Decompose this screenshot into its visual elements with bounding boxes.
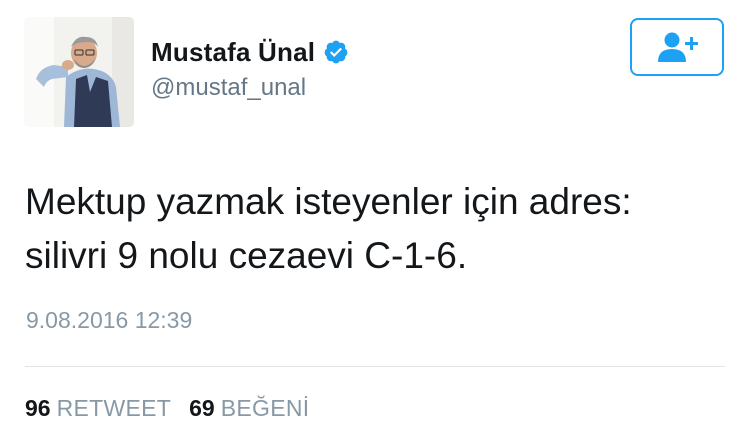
- follow-button[interactable]: [630, 18, 724, 76]
- tweet-text-line: Mektup yazmak isteyenler için adres:: [25, 181, 632, 222]
- tweet-timestamp[interactable]: 9.08.2016 12:39: [26, 307, 192, 334]
- like-label[interactable]: BEĞENİ: [221, 395, 310, 422]
- tweet-text-line: silivri 9 nolu cezaevi C-1-6.: [25, 235, 468, 276]
- verified-badge-icon: [323, 39, 349, 65]
- tweet-stats: 96 RETWEET 69 BEĞENİ: [25, 395, 309, 422]
- retweet-label[interactable]: RETWEET: [57, 395, 172, 422]
- add-user-icon: [658, 32, 698, 62]
- divider: [25, 366, 725, 367]
- retweet-count[interactable]: 96: [25, 395, 51, 422]
- author-display-name[interactable]: Mustafa Ünal: [151, 37, 315, 68]
- like-count[interactable]: 69: [189, 395, 215, 422]
- tweet-text: Mektup yazmak isteyenler için adres: sil…: [25, 175, 725, 283]
- avatar[interactable]: [24, 17, 134, 127]
- author-name-row[interactable]: Mustafa Ünal: [151, 32, 349, 72]
- profile-photo-icon: [24, 17, 134, 127]
- author-handle[interactable]: @mustaf_unal: [151, 74, 306, 102]
